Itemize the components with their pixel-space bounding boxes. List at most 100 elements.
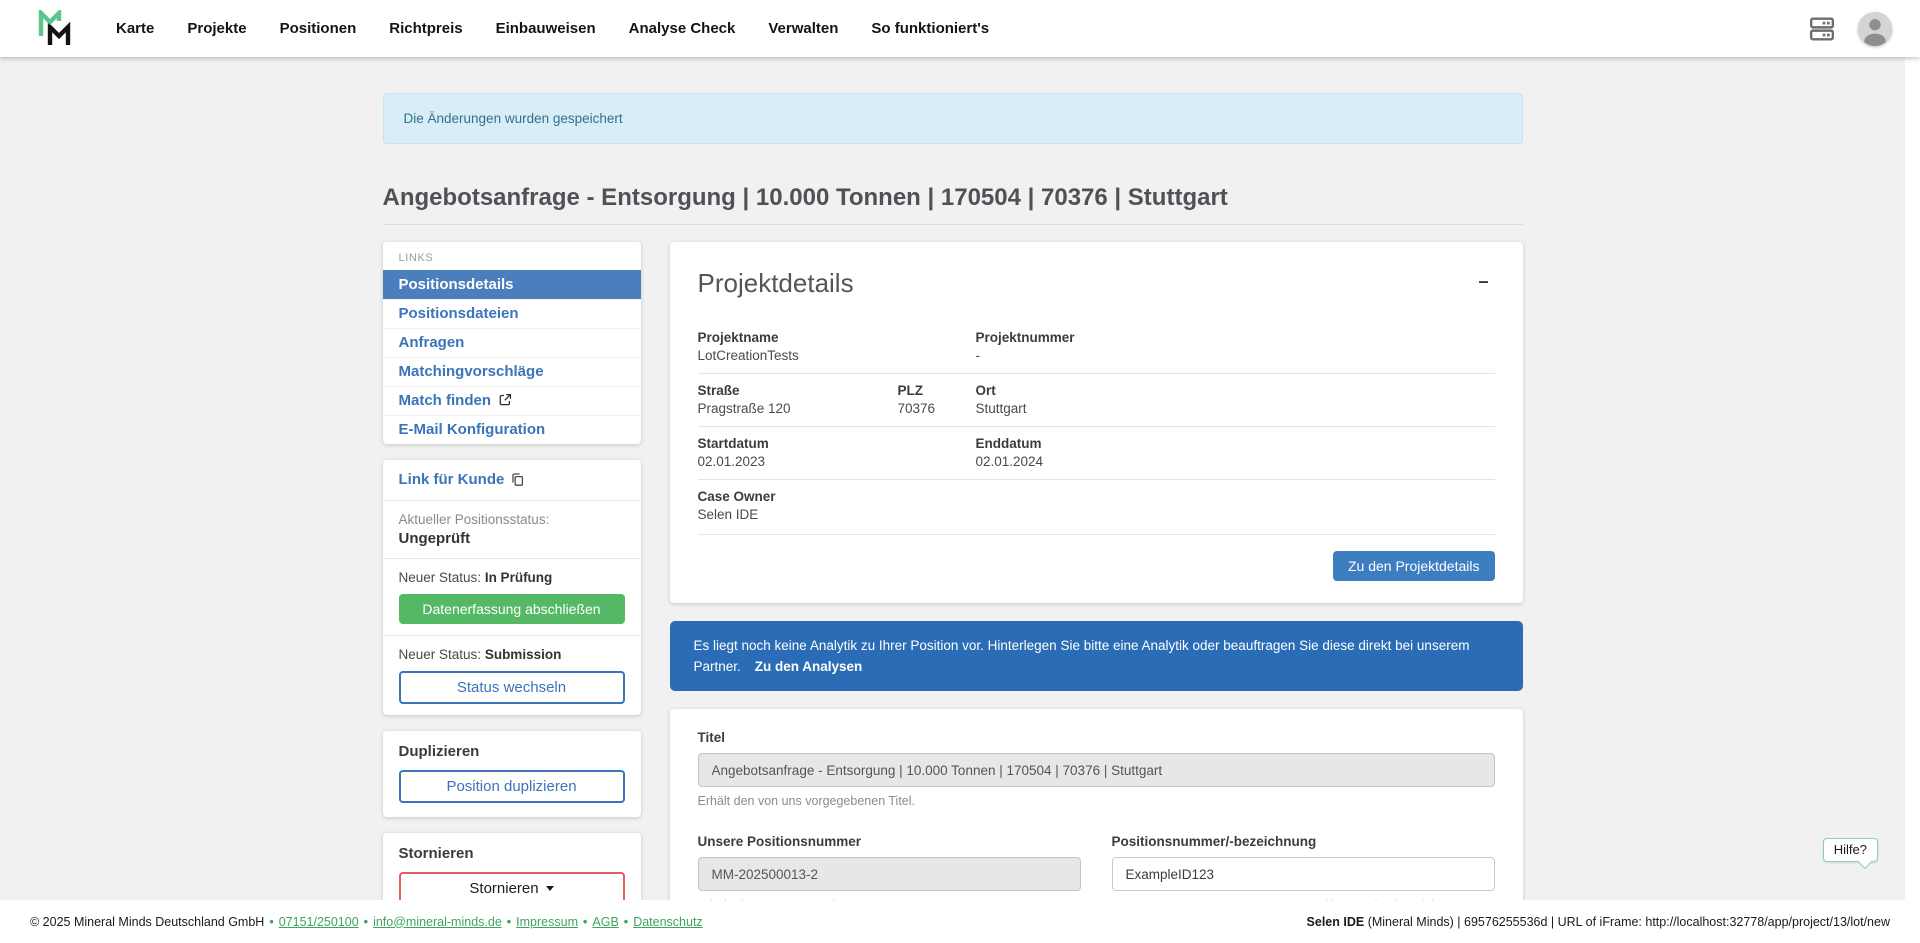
to-project-details-button[interactable]: Zu den Projektdetails	[1333, 551, 1495, 581]
sidebar-item-email-konfiguration[interactable]: E-Mail Konfiguration	[383, 415, 641, 444]
page-title-wrap: Angebotsanfrage - Entsorgung | 10.000 To…	[383, 184, 1523, 225]
cancel-button-label: Stornieren	[469, 880, 538, 897]
footer-separator: •	[624, 915, 628, 929]
plz-value: 70376	[898, 401, 976, 416]
project-row-1: Projektname LotCreationTests Projektnumm…	[698, 321, 1495, 373]
sidebar-item-anfragen[interactable]: Anfragen	[383, 328, 641, 357]
sidebar-item-match-finden[interactable]: Match finden	[383, 386, 641, 415]
footer-separator: •	[269, 915, 273, 929]
ort-value: Stuttgart	[976, 401, 1495, 416]
strasse-value: Pragstraße 120	[698, 401, 898, 416]
footer-left: © 2025 Mineral Minds Deutschland GmbH • …	[30, 915, 703, 929]
duplicate-position-button[interactable]: Position duplizieren	[399, 770, 625, 803]
current-status-label: Aktueller Positionsstatus:	[399, 512, 625, 527]
enddatum-label: Enddatum	[976, 436, 1495, 451]
footer-link-agb[interactable]: AGB	[592, 915, 618, 929]
page-title: Angebotsanfrage - Entsorgung | 10.000 To…	[383, 184, 1523, 212]
saved-alert-text: Die Änderungen wurden gespeichert	[404, 111, 623, 126]
cancel-heading: Stornieren	[399, 845, 625, 862]
duplicate-heading: Duplizieren	[399, 743, 625, 760]
enddatum-value: 02.01.2024	[976, 454, 1495, 469]
top-navbar: Karte Projekte Positionen Richtpreis Ein…	[0, 0, 1920, 57]
next-status-1: Neuer Status: In Prüfung	[399, 570, 625, 585]
nav-item-verwalten[interactable]: Verwalten	[768, 20, 838, 37]
projektname-label: Projektname	[698, 330, 976, 345]
links-header: LINKS	[383, 242, 641, 270]
projektname-value: LotCreationTests	[698, 348, 976, 363]
navbar-right	[1808, 12, 1892, 46]
complete-data-entry-button[interactable]: Datenerfassung abschließen	[399, 594, 625, 624]
footer-link-impressum[interactable]: Impressum	[516, 915, 578, 929]
case-owner-label: Case Owner	[698, 489, 1495, 504]
nav-item-positionen[interactable]: Positionen	[280, 20, 357, 37]
sidebar-item-matchingvorschlaege[interactable]: Matchingvorschläge	[383, 357, 641, 386]
next-status-1-value: In Prüfung	[485, 570, 553, 585]
project-details-card: Projektdetails – Projektname LotCreation…	[670, 242, 1523, 603]
sidebar-item-label: Positionsdateien	[399, 305, 519, 322]
status-card: Link für Kunde Aktueller Positionsstatus…	[383, 460, 641, 715]
sidebar-item-label: Match finden	[399, 392, 492, 409]
footer-copyright: © 2025 Mineral Minds Deutschland GmbH	[30, 915, 264, 929]
scrollbar-track[interactable]	[1905, 57, 1920, 900]
startdatum-value: 02.01.2023	[698, 454, 976, 469]
position-form-card: Titel Erhält den von uns vorgegebenen Ti…	[670, 709, 1523, 900]
startdatum-label: Startdatum	[698, 436, 976, 451]
next-status-2-label: Neuer Status:	[399, 647, 482, 662]
main-column: Projektdetails – Projektname LotCreation…	[670, 242, 1523, 900]
unsere-positionsnummer-input	[698, 857, 1081, 891]
help-button-label: Hilfe?	[1834, 842, 1867, 857]
nav-item-projekte[interactable]: Projekte	[187, 20, 246, 37]
footer-separator: •	[507, 915, 511, 929]
unsere-positionsnummer-label: Unsere Positionsnummer	[698, 834, 1081, 849]
nav-item-einbauweisen[interactable]: Einbauweisen	[496, 20, 596, 37]
footer-link-datenschutz[interactable]: Datenschutz	[633, 915, 702, 929]
caret-down-icon	[546, 886, 554, 891]
sidebar-item-positionsdetails[interactable]: Positionsdetails	[383, 270, 641, 299]
next-status-1-label: Neuer Status:	[399, 570, 482, 585]
positionsnummer-label: Positionsnummer/-bezeichnung	[1112, 834, 1495, 849]
cancel-dropdown-button[interactable]: Stornieren	[399, 872, 625, 900]
change-status-button[interactable]: Status wechseln	[399, 671, 625, 704]
session-details: (Mineral Minds) | 69576255536d | URL of …	[1364, 915, 1890, 929]
next-status-2: Neuer Status: Submission	[399, 647, 625, 662]
case-owner-value: Selen IDE	[698, 507, 1495, 522]
duplicate-card: Duplizieren Position duplizieren	[383, 731, 641, 817]
customer-link[interactable]: Link für Kunde	[399, 471, 526, 488]
project-row-3: Startdatum 02.01.2023 Enddatum 02.01.202…	[698, 426, 1495, 479]
sidebar-item-label: E-Mail Konfiguration	[399, 421, 546, 438]
next-status-2-value: Submission	[485, 647, 562, 662]
strasse-label: Straße	[698, 383, 898, 398]
customer-link-label: Link für Kunde	[399, 471, 505, 488]
nav-item-richtpreis[interactable]: Richtpreis	[389, 20, 462, 37]
dns-icon[interactable]	[1808, 16, 1836, 42]
project-row-2: Straße Pragstraße 120 PLZ 70376 Ort Stut…	[698, 373, 1495, 426]
saved-alert: Die Änderungen wurden gespeichert	[383, 93, 1523, 144]
sidebar-item-label: Anfragen	[399, 334, 465, 351]
nav-item-so-funktionierts[interactable]: So funktioniert's	[871, 20, 989, 37]
to-analyses-link[interactable]: Zu den Analysen	[755, 659, 863, 674]
projektnummer-value: -	[976, 348, 1495, 363]
account-icon[interactable]	[1858, 12, 1892, 46]
footer: © 2025 Mineral Minds Deutschland GmbH • …	[0, 900, 1920, 943]
footer-link-phone[interactable]: 07151/250100	[279, 915, 359, 929]
cancel-card: Stornieren Stornieren	[383, 833, 641, 900]
copy-icon[interactable]	[510, 472, 525, 487]
footer-separator: •	[364, 915, 368, 929]
titel-label: Titel	[698, 730, 1495, 745]
nav-item-analyse-check[interactable]: Analyse Check	[629, 20, 736, 37]
footer-session-info: Selen IDE (Mineral Minds) | 69576255536d…	[1307, 915, 1890, 929]
sidebar-item-positionsdateien[interactable]: Positionsdateien	[383, 299, 641, 328]
mineral-minds-logo[interactable]	[38, 9, 74, 49]
nav-menu: Karte Projekte Positionen Richtpreis Ein…	[116, 20, 989, 37]
app-root: Karte Projekte Positionen Richtpreis Ein…	[0, 0, 1920, 943]
nav-item-karte[interactable]: Karte	[116, 20, 154, 37]
help-button[interactable]: Hilfe?	[1823, 838, 1878, 862]
session-user: Selen IDE	[1307, 915, 1365, 929]
project-row-4: Case Owner Selen IDE	[698, 479, 1495, 532]
positionsnummer-input[interactable]	[1112, 857, 1495, 891]
footer-link-email[interactable]: info@mineral-minds.de	[373, 915, 502, 929]
external-link-icon	[498, 393, 512, 407]
collapse-button[interactable]: –	[1472, 268, 1494, 294]
titel-input	[698, 753, 1495, 787]
sidebar-item-label: Matchingvorschläge	[399, 363, 544, 380]
